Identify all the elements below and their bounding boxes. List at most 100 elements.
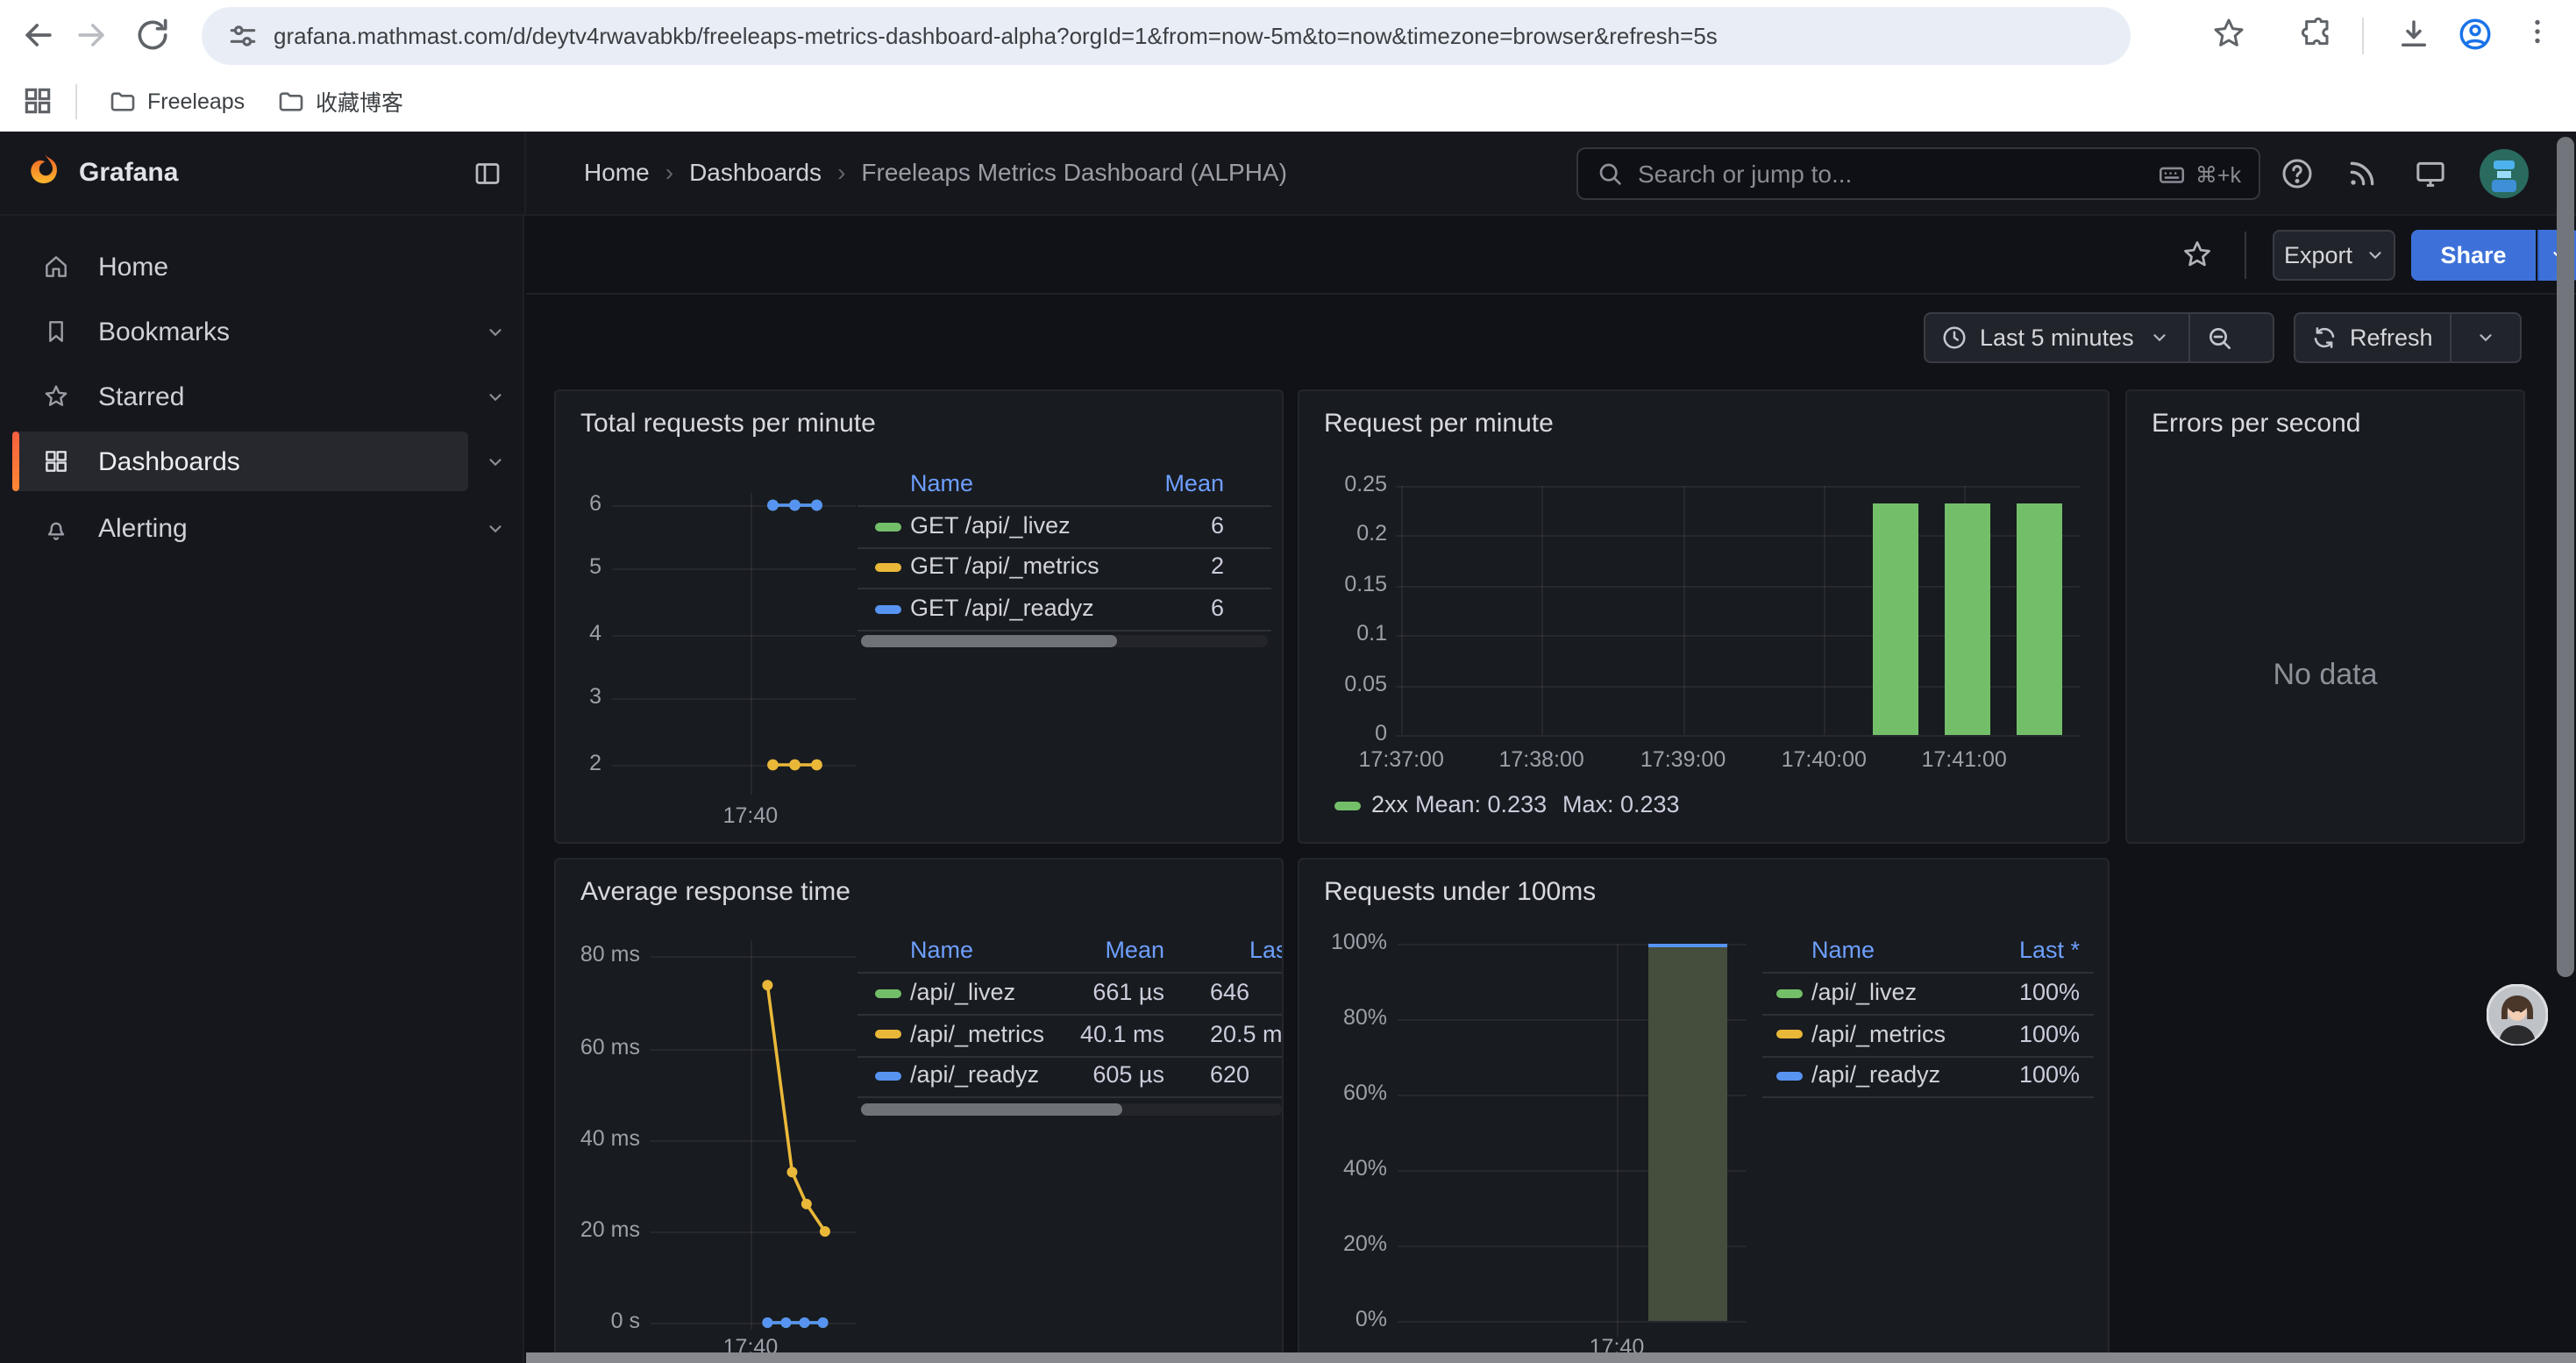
page-vertical-scrollbar[interactable] (2556, 132, 2573, 1363)
panel-requests-under-100ms[interactable]: Requests under 100ms 100%80%60%40%20%0%1… (1298, 858, 2110, 1363)
help-icon[interactable] (2280, 156, 2315, 191)
series-name[interactable]: /api/_livez (1811, 979, 1917, 1005)
panel-average-response-time[interactable]: Average response time 80 ms60 ms40 ms20 … (554, 858, 1284, 1363)
profile-icon[interactable] (2457, 16, 2494, 53)
series-color-swatch[interactable] (875, 604, 901, 613)
scrollbar-thumb[interactable] (2556, 137, 2573, 977)
grafana-logo[interactable] (23, 151, 67, 195)
sidebar-item-dashboards[interactable]: Dashboards (12, 432, 468, 491)
gridline (1396, 735, 2080, 737)
series-color-swatch[interactable] (1334, 801, 1361, 810)
series-value: 620 (1210, 1061, 1249, 1088)
y-axis-tick: 0.2 (1310, 522, 1387, 546)
panel-total-requests-per-minute[interactable]: Total requests per minute 6543217:40Name… (554, 389, 1284, 844)
panel-title[interactable]: Request per minute (1324, 409, 1554, 439)
bookmark-folder-blogs[interactable]: 收藏博客 (267, 79, 414, 123)
legend-column-header[interactable]: Mean (1007, 937, 1164, 963)
sidebar-item-starred[interactable]: Starred (12, 367, 468, 426)
series-name[interactable]: 2xx (1371, 791, 1408, 817)
bookmark-folder-label: 收藏博客 (316, 84, 403, 118)
chevron-down-icon[interactable] (486, 519, 505, 539)
series-color-swatch[interactable] (875, 988, 901, 997)
series-value: 100% (1922, 1020, 2080, 1046)
browser-toolbar: grafana.mathmast.com/d/deytv4rwavabkb/fr… (0, 0, 2576, 72)
series-point (762, 980, 772, 990)
export-button[interactable]: Export (2273, 230, 2395, 281)
back-icon[interactable] (19, 16, 58, 54)
panel-title[interactable]: Requests under 100ms (1324, 877, 1596, 907)
sidebar-toggle-icon[interactable] (472, 158, 503, 189)
legend-scrollbar-thumb[interactable] (861, 1103, 1122, 1116)
zoom-out-icon[interactable] (2206, 324, 2234, 352)
chart-bar-stacked[interactable] (1649, 944, 1728, 1321)
site-settings-icon[interactable] (226, 19, 260, 53)
series-value: 40.1 ms (1007, 1020, 1164, 1046)
menu-kebab-icon[interactable] (2522, 16, 2553, 53)
breadcrumb-home[interactable]: Home (584, 158, 650, 186)
user-avatar[interactable] (2480, 149, 2529, 198)
x-axis-tick: 17:41:00 (1903, 747, 2025, 772)
bookmarks-bar: Freeleaps 收藏博客 (0, 72, 2576, 132)
series-color-swatch[interactable] (875, 1071, 901, 1080)
sidebar-item-label: Dashboards (98, 446, 240, 476)
series-color-swatch[interactable] (1776, 1071, 1803, 1080)
kiosk-monitor-icon[interactable] (2413, 156, 2448, 191)
series-color-swatch[interactable] (1776, 1030, 1803, 1038)
series-color-swatch[interactable] (875, 562, 901, 571)
legend-column-header[interactable]: Name (910, 937, 973, 963)
legend-column-header[interactable]: Last * (1922, 937, 2080, 963)
chart-bar-2xx[interactable] (1872, 503, 1918, 735)
y-axis-tick: 60% (1306, 1081, 1387, 1105)
address-bar[interactable]: grafana.mathmast.com/d/deytv4rwavabkb/fr… (202, 7, 2131, 65)
series-value: 6 (1066, 595, 1224, 621)
bookmark-star-icon[interactable] (2211, 16, 2246, 51)
series-color-swatch[interactable] (875, 1030, 901, 1038)
series-point (800, 1317, 810, 1328)
series-color-swatch[interactable] (1776, 988, 1803, 997)
panel-title[interactable]: Errors per second (2152, 409, 2360, 439)
series-value: 605 µs (1007, 1061, 1164, 1088)
legend-column-header[interactable]: Name (910, 470, 973, 496)
panel-errors-per-second[interactable]: Errors per second No data (2125, 389, 2525, 844)
share-button[interactable]: Share (2411, 230, 2536, 281)
forward-icon[interactable] (72, 16, 110, 54)
sidebar-item-alerting[interactable]: Alerting (12, 498, 468, 558)
series-point (811, 760, 822, 771)
chevron-down-icon[interactable] (486, 388, 505, 407)
legend-scrollbar-thumb[interactable] (861, 635, 1117, 647)
toolbar-separator (2362, 18, 2364, 54)
refresh-icon (2311, 325, 2338, 351)
favorite-star-icon[interactable] (2181, 239, 2213, 270)
download-icon[interactable] (2395, 16, 2432, 53)
series-color-swatch[interactable] (875, 522, 901, 531)
chart-bar-2xx[interactable] (1944, 503, 1989, 735)
sidebar-item-home[interactable]: Home (12, 237, 468, 296)
refresh-button[interactable]: Refresh (2294, 312, 2522, 363)
search-input[interactable]: Search or jump to... ⌘+k (1576, 147, 2260, 200)
page-horizontal-scrollbar[interactable] (526, 1352, 2576, 1363)
legend-column-header[interactable]: Mean (1066, 470, 1224, 496)
chevron-down-icon (2476, 328, 2495, 347)
y-axis-tick: 0 (1310, 721, 1387, 746)
breadcrumb-dashboards[interactable]: Dashboards (689, 158, 822, 186)
series-name[interactable]: /api/_livez (910, 979, 1015, 1005)
time-range-picker[interactable]: Last 5 minutes (1924, 312, 2274, 363)
sidebar-item-bookmarks[interactable]: Bookmarks (12, 302, 468, 361)
dashboard-toolbar: Export Share (526, 216, 2576, 295)
series-name[interactable]: GET /api/_livez (910, 512, 1071, 539)
floating-assistant-avatar[interactable] (2487, 984, 2548, 1045)
panel-request-per-minute[interactable]: Request per minute 0.250.20.150.10.05017… (1298, 389, 2110, 844)
news-rss-icon[interactable] (2345, 156, 2380, 191)
bookmark-folder-freeleaps[interactable]: Freeleaps (98, 79, 255, 123)
legend-column-header[interactable]: Name (1811, 937, 1875, 963)
gridline (857, 1014, 1284, 1016)
series-point (811, 500, 822, 511)
chevron-down-icon[interactable] (486, 453, 505, 472)
legend-column-header[interactable]: Last * (1152, 937, 1284, 963)
chart-bar-2xx[interactable] (2016, 503, 2061, 735)
reload-icon[interactable] (133, 16, 172, 54)
chevron-down-icon[interactable] (486, 323, 505, 342)
apps-grid-icon[interactable] (21, 84, 54, 118)
header-divider (524, 132, 526, 216)
extensions-icon[interactable] (2301, 16, 2336, 51)
